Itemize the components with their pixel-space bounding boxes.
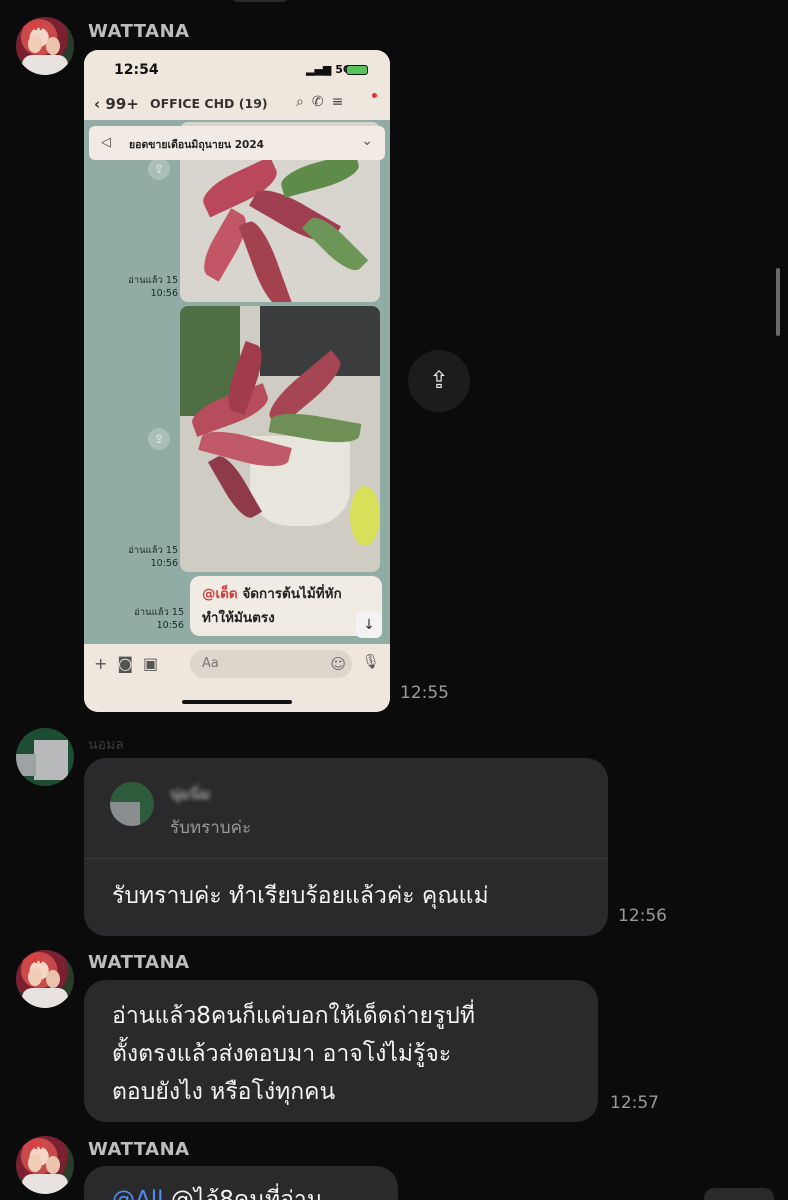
battery-icon	[346, 65, 368, 75]
phone-icon: ✆	[311, 94, 332, 110]
message-bubble[interactable]: อ่านแล้ว8คนก็แค่บอกให้เด็ดถ่ายรูปที่ ตั้…	[84, 980, 598, 1122]
message-time: 12:56	[618, 906, 667, 926]
image-icon: ▣	[142, 654, 169, 673]
read-receipt: อ่านแล้ว 15 10:56	[128, 275, 178, 299]
shared-screenshot-image[interactable]: 12:54 ▂▄▆ 5G ‹ 99+ OFFICE CHD (19) ⌕✆≡ ⇪…	[84, 50, 390, 712]
megaphone-icon: ◁	[101, 135, 111, 150]
avatar[interactable]: TAI	[16, 950, 74, 1008]
message-bubble[interactable]: นุ่มนิ่ม รับทราบค่ะ รับทราบค่ะ ทำเรียบร้…	[84, 758, 608, 936]
mention: @เด็ด	[202, 586, 238, 602]
sender-name-blurred: นอมล	[88, 737, 124, 753]
status-bar: 12:54 ▂▄▆ 5G	[84, 50, 390, 88]
next-bubble-edge	[704, 1188, 774, 1200]
reply-divider	[84, 858, 608, 859]
previous-bubble-edge	[230, 0, 290, 2]
plus-icon: +	[94, 654, 118, 673]
scrollbar[interactable]	[776, 268, 780, 336]
reply-name: นุ่มนิ่ม	[170, 785, 211, 803]
back-chevron-icon: ‹ 99+	[94, 95, 139, 113]
message-bubble[interactable]: @All @ไอ้8คนที่อ่าน	[84, 1166, 398, 1200]
share-icon[interactable]: ⇪	[408, 350, 470, 412]
input-icons: +◙▣	[94, 654, 168, 673]
mention: @All	[112, 1187, 164, 1200]
message-text-line-1: อ่านแล้ว8คนก็แค่บอกให้เด็ดถ่ายรูปที่	[112, 1003, 476, 1029]
notification-dot	[372, 93, 377, 98]
announcement-bar[interactable]: ◁ ยอดขายเดือนมิถุนายน 2024 ⌄	[89, 126, 385, 160]
read-receipt: อ่านแล้ว 15 10:56	[128, 545, 178, 569]
chevron-down-icon: ⌄	[361, 133, 373, 149]
menu-icon: ≡	[331, 94, 352, 110]
chat-message: @เด็ด จัดการต้นไม้ที่หัก ทำให้มันตรง	[190, 576, 382, 636]
avatar[interactable]: TAI	[16, 17, 74, 75]
message-time: 12:55	[400, 683, 449, 703]
message-text-line-3: ตอบยังไง หรือโง่ทุกคน	[112, 1079, 336, 1105]
share-icon[interactable]: ⇪	[148, 428, 170, 450]
message-text-line-2: ตั้งตรงแล้วส่งตอบมา อาจโง่ไม่รู้จะ	[112, 1041, 452, 1067]
message-time: 12:57	[610, 1093, 659, 1113]
sender-name: WATTANA	[88, 952, 190, 973]
sender-name: WATTANA	[88, 21, 190, 42]
header-icons: ⌕✆≡	[296, 94, 351, 110]
avatar[interactable]	[16, 728, 74, 786]
message-input-bar: +◙▣ Aa ☺ 🎙	[84, 644, 390, 712]
reply-avatar	[110, 782, 154, 826]
mic-icon[interactable]: 🎙	[362, 654, 380, 670]
camera-icon: ◙	[117, 654, 143, 673]
arrow-down-icon[interactable]: ↓	[356, 612, 382, 638]
plant-photo-2	[180, 306, 380, 572]
announcement-text: ยอดขายเดือนมิถุนายน 2024	[129, 139, 264, 151]
sender-name: WATTANA	[88, 1139, 190, 1160]
message-input[interactable]: Aa ☺	[190, 650, 352, 678]
search-icon: ⌕	[296, 94, 312, 110]
message-text: @All @ไอ้8คนที่อ่าน	[112, 1182, 323, 1200]
reply-text: รับทราบค่ะ	[170, 818, 252, 838]
status-time: 12:54	[114, 62, 159, 78]
emoji-icon[interactable]: ☺	[330, 655, 346, 673]
chat-header: ‹ 99+ OFFICE CHD (19) ⌕✆≡	[84, 88, 390, 120]
avatar[interactable]: TAI	[16, 1136, 74, 1194]
message-text: รับทราบค่ะ ทำเรียบร้อยแล้วค่ะ คุณแม่	[112, 883, 489, 909]
read-receipt: อ่านแล้ว 15 10:56	[134, 607, 184, 631]
chat-title: OFFICE CHD (19)	[150, 96, 268, 111]
home-indicator	[182, 700, 292, 704]
share-icon[interactable]: ⇪	[148, 158, 170, 180]
